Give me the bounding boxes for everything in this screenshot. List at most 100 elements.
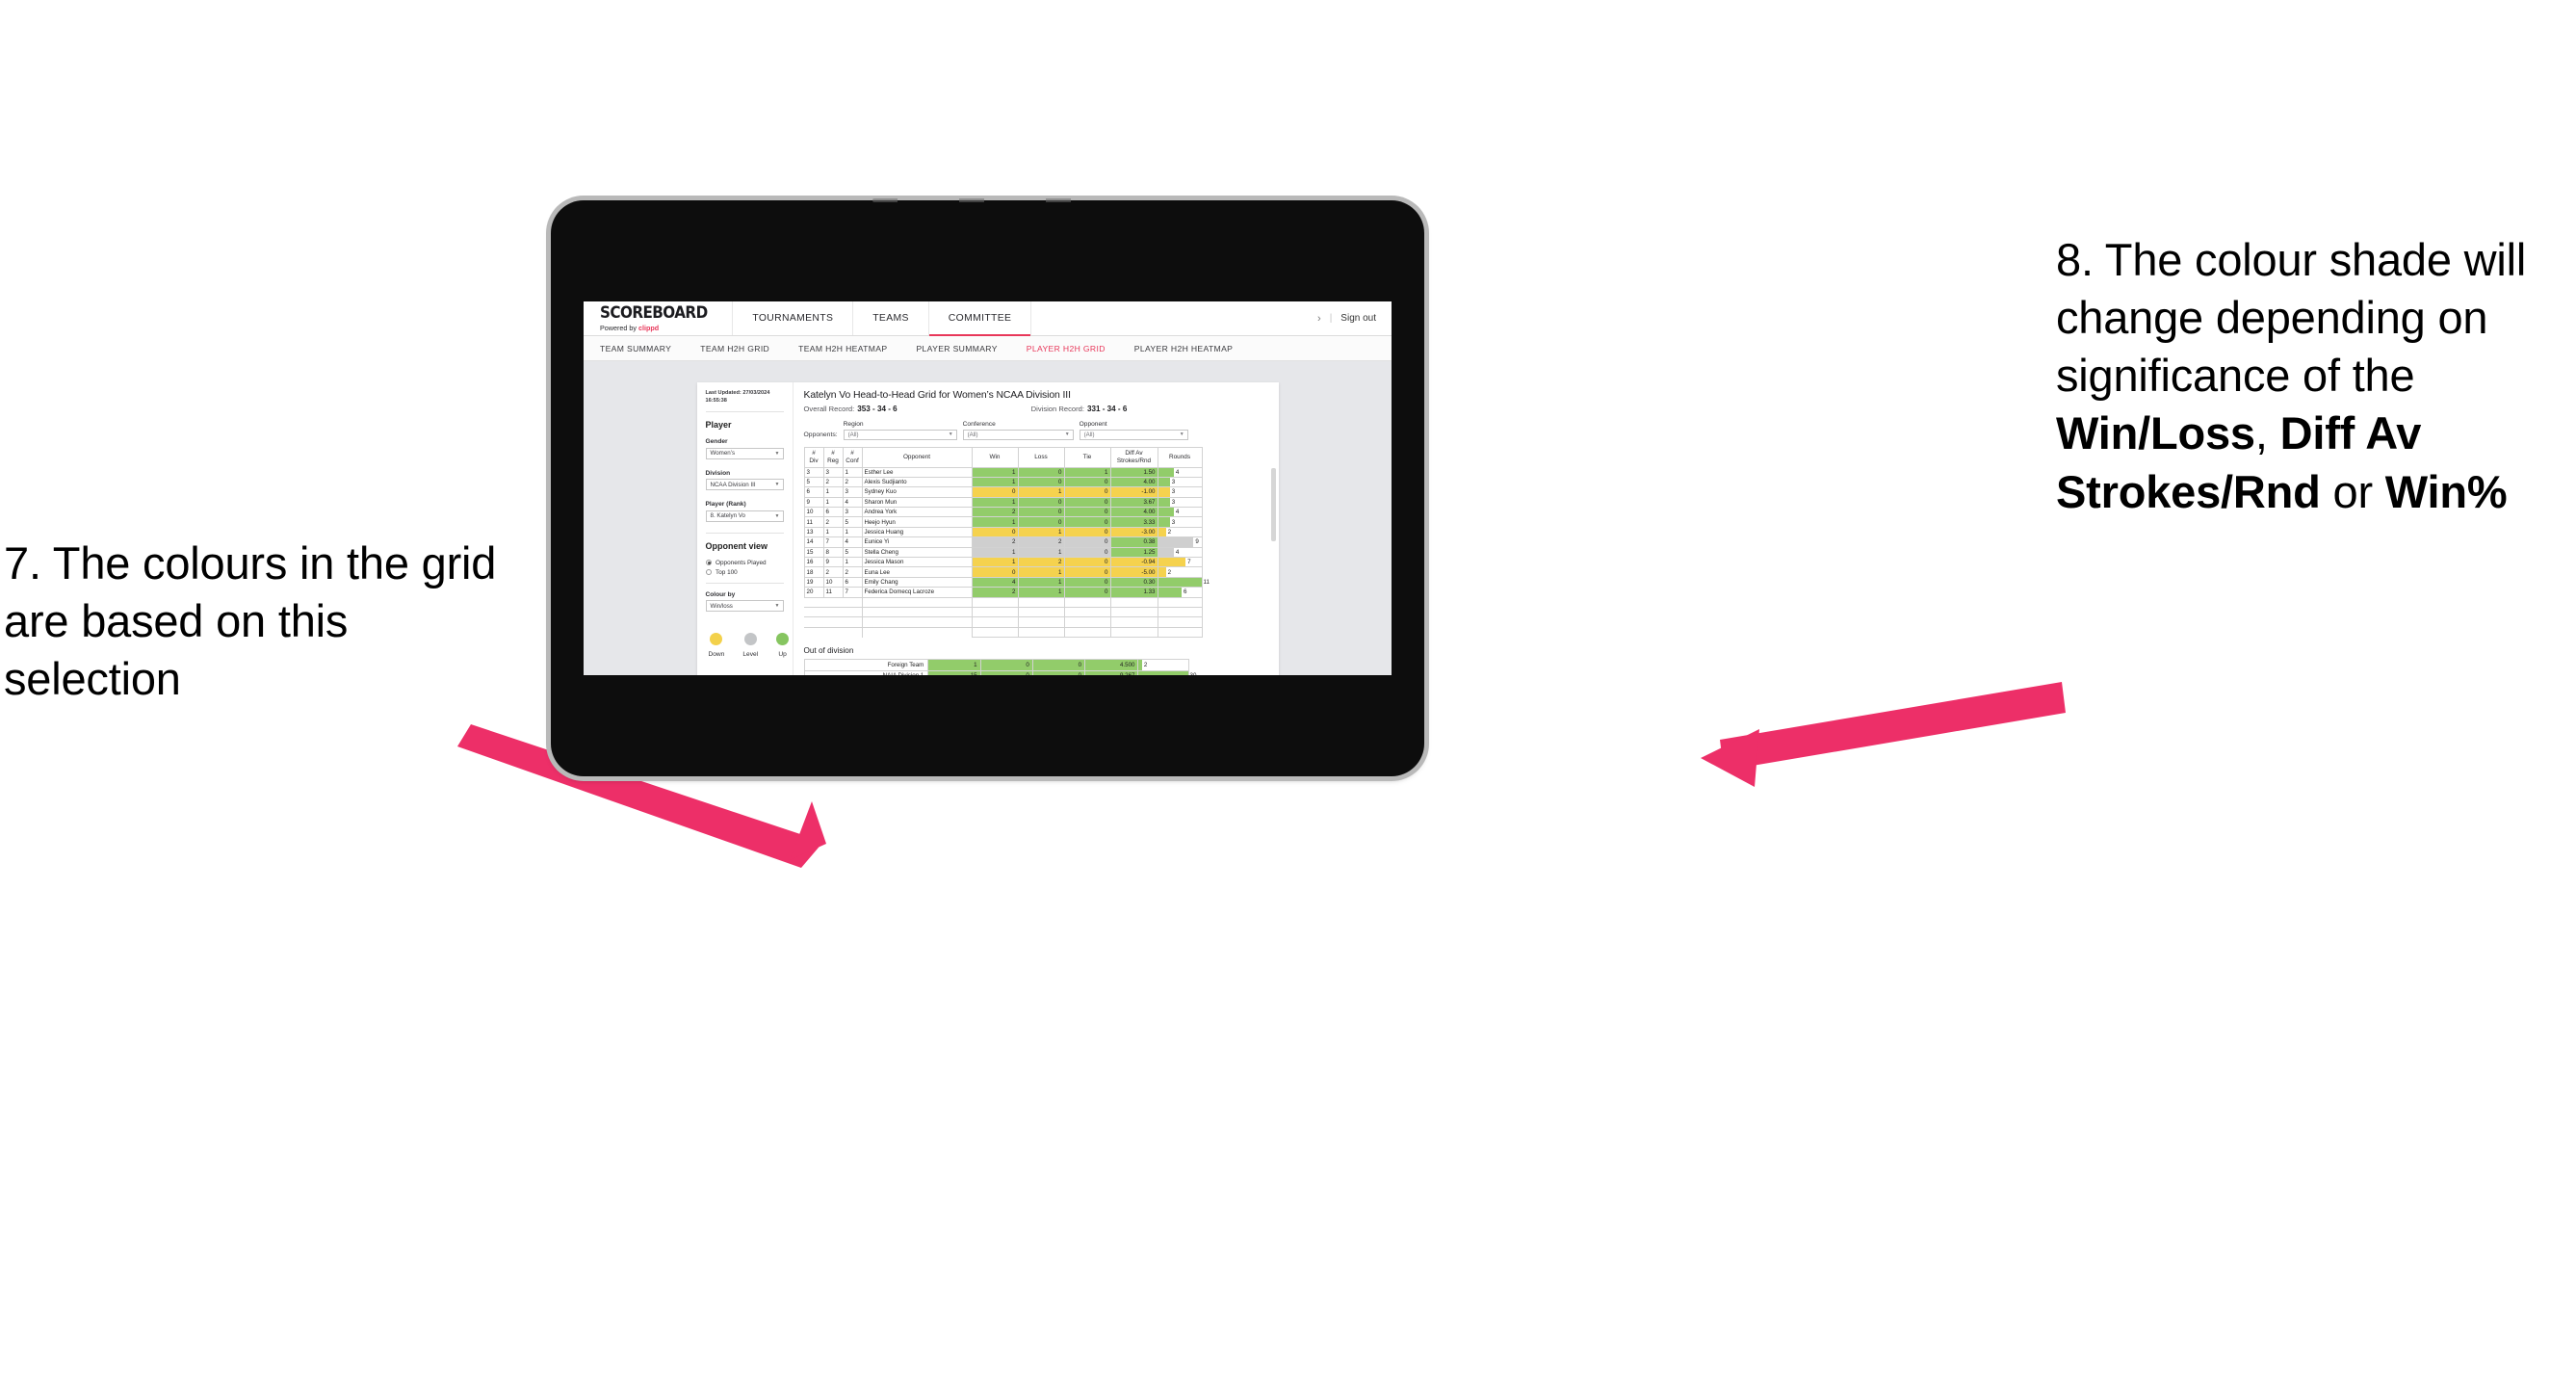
tablet-device-frame: SCOREBOARD Powered by clippd TOURNAMENTS… xyxy=(551,200,1424,776)
nav-tournaments[interactable]: TOURNAMENTS xyxy=(733,301,854,335)
table-filler-row xyxy=(804,616,1203,628)
out-of-division-row[interactable]: NAIA Division 115009.26730 xyxy=(803,669,1196,675)
cell-conf: 2 xyxy=(842,476,863,488)
col-reg-l2: Reg xyxy=(827,457,839,464)
rounds-bar xyxy=(1158,537,1194,547)
cell-reg: 2 xyxy=(822,516,844,528)
out-of-division-title: Out of division xyxy=(803,646,854,656)
table-row[interactable]: 18 2 2 Euna Lee 0 1 0 -5.00 2 xyxy=(803,566,1203,578)
cell-tie: 0 xyxy=(1063,516,1111,528)
col-diff-l1: Diff Av xyxy=(1125,450,1143,458)
filter-opponent: Opponent (All) ▼ xyxy=(1079,421,1188,440)
table-row[interactable]: 13 1 1 Jessica Huang 0 1 0 -3.00 2 xyxy=(803,526,1203,538)
brand-tagline: Powered by clippd xyxy=(600,325,716,331)
cell-div: 6 xyxy=(803,486,824,498)
overall-record-value: 353 - 34 - 6 xyxy=(857,405,898,413)
filler-cell xyxy=(1063,596,1111,608)
cell-opponent: Federica Domecq Lacroze xyxy=(861,587,973,598)
table-row[interactable]: 11 2 5 Heejo Hyun 1 0 0 3.33 3 xyxy=(803,516,1203,528)
division-dropdown[interactable]: NCAA Division III ▼ xyxy=(705,479,784,491)
cell-diff: -1.00 xyxy=(1109,486,1158,498)
table-row[interactable]: 6 1 3 Sydney Kuo 0 1 0 -1.00 3 xyxy=(803,486,1203,498)
player-rank-dropdown[interactable]: 8. Katelyn Vo ▼ xyxy=(705,510,784,522)
division-record-label: Division Record: xyxy=(1030,405,1084,413)
tab-team-h2h-grid[interactable]: TEAM H2H GRID xyxy=(700,344,785,353)
brand-powered-prefix: Powered by xyxy=(600,323,637,332)
table-row[interactable]: 9 1 4 Sharon Mun 1 0 0 3.67 3 xyxy=(803,496,1203,509)
nav-committee[interactable]: COMMITTEE xyxy=(928,301,1032,336)
rounds-value: 7 xyxy=(1187,559,1191,566)
cell-conf: 3 xyxy=(842,507,863,518)
table-row[interactable]: 5 2 2 Alexis Sudjianto 1 0 0 4.00 3 xyxy=(803,476,1203,488)
gender-dropdown[interactable]: Women’s ▼ xyxy=(705,447,784,459)
chevron-right-icon[interactable]: › xyxy=(1317,313,1321,325)
filler-cell xyxy=(861,616,973,628)
overall-record-label: Overall Record: xyxy=(803,405,855,413)
filter-conference-value: (All) xyxy=(967,431,978,438)
annotation-8-part-5: or xyxy=(2320,465,2385,517)
tab-team-h2h-heatmap[interactable]: TEAM H2H HEATMAP xyxy=(798,344,902,353)
rounds-bar xyxy=(1158,508,1174,517)
division-record-value: 331 - 34 - 6 xyxy=(1086,405,1128,413)
brand-logo[interactable]: SCOREBOARD Powered by clippd xyxy=(584,301,734,335)
cell-rounds: 2 xyxy=(1157,526,1203,538)
col-div: # Div xyxy=(803,446,824,468)
cell-win: 4 xyxy=(971,576,1019,588)
filter-conference-caption: Conference xyxy=(962,421,996,428)
cell-diff: 1.25 xyxy=(1109,546,1158,559)
rounds-bar xyxy=(1158,487,1170,497)
cell-diff: 3.33 xyxy=(1109,516,1158,528)
cell-loss: 1 xyxy=(1017,486,1065,498)
cell-div: 10 xyxy=(803,507,824,518)
table-row[interactable]: 16 9 1 Jessica Mason 1 2 0 -0.94 7 xyxy=(803,556,1203,568)
filter-conference-dropdown[interactable]: (All) ▼ xyxy=(962,430,1074,440)
cell-opponent: Euna Lee xyxy=(861,566,973,578)
legend-up: Up xyxy=(776,633,790,658)
col-diff-l2: Strokes/Rnd xyxy=(1116,457,1152,464)
legend-dot-up xyxy=(776,633,790,646)
table-row[interactable]: 20 11 7 Federica Domecq Lacroze 2 1 0 1.33 6 xyxy=(803,587,1203,598)
cell-conf: 1 xyxy=(842,466,863,478)
filler-cell xyxy=(1017,626,1065,639)
cell-loss: 0 xyxy=(1017,507,1065,518)
tab-player-h2h-heatmap[interactable]: PLAYER H2H HEATMAP xyxy=(1134,344,1248,353)
radio-top-100[interactable]: Top 100 xyxy=(705,569,784,576)
cell-rounds: 4 xyxy=(1157,546,1203,559)
table-row[interactable]: 10 6 3 Andrea York 2 0 0 4.00 4 xyxy=(803,507,1203,518)
tab-team-summary[interactable]: TEAM SUMMARY xyxy=(600,344,687,353)
record-summary: Overall Record: 353 - 34 - 6 Division Re… xyxy=(804,405,1269,413)
filter-opponent-dropdown[interactable]: (All) ▼ xyxy=(1079,430,1188,440)
cell-conf: 4 xyxy=(842,536,863,548)
cell-loss: 0 xyxy=(1017,476,1065,488)
table-row[interactable]: 14 7 4 Eunice Yi 2 2 0 0.38 9 xyxy=(803,536,1203,548)
nav-teams[interactable]: TEAMS xyxy=(853,301,929,335)
tab-player-summary[interactable]: PLAYER SUMMARY xyxy=(916,344,1012,353)
out-of-division-row[interactable]: Foreign Team 1 0 0 4.500 2 xyxy=(803,659,1189,671)
filler-cell xyxy=(823,606,843,617)
table-filler-row xyxy=(804,596,1203,608)
tab-player-h2h-grid[interactable]: PLAYER H2H GRID xyxy=(1027,344,1121,353)
table-row[interactable]: 19 10 6 Emily Chang 4 1 0 0.30 11 xyxy=(803,576,1210,588)
cell-tie: 0 xyxy=(1063,556,1111,568)
viz-title: Katelyn Vo Head-to-Head Grid for Women’s… xyxy=(803,390,1071,401)
table-row[interactable]: 3 3 1 Esther Lee 1 0 1 1.50 4 xyxy=(803,466,1203,478)
filter-region-dropdown[interactable]: (All) ▼ xyxy=(843,430,957,440)
col-reg-l1: # xyxy=(831,450,835,458)
colour-by-dropdown[interactable]: Win/loss ▼ xyxy=(705,600,784,613)
cell-win: 1 xyxy=(971,546,1019,559)
cell-reg: 2 xyxy=(822,476,844,488)
filter-opponent-value: (All) xyxy=(1083,431,1095,438)
radio-opponents-played[interactable]: Opponents Played xyxy=(705,560,784,566)
cell-loss: 0 xyxy=(979,669,1033,675)
col-conf: # Conf xyxy=(842,446,863,468)
table-row[interactable]: 15 8 5 Stella Cheng 1 1 0 1.25 4 xyxy=(803,546,1203,559)
cell-reg: 1 xyxy=(822,526,844,538)
filter-region: Region (All) ▼ xyxy=(843,421,957,440)
cell-reg: 10 xyxy=(822,576,844,588)
cell-loss: 0 xyxy=(979,659,1033,671)
col-div-l2: Div xyxy=(809,457,819,464)
cell-reg: 7 xyxy=(822,536,844,548)
cell-win: 1 xyxy=(971,476,1019,488)
grid-vertical-scrollbar[interactable] xyxy=(1270,467,1276,541)
sign-out-button[interactable]: Sign out xyxy=(1340,313,1376,324)
